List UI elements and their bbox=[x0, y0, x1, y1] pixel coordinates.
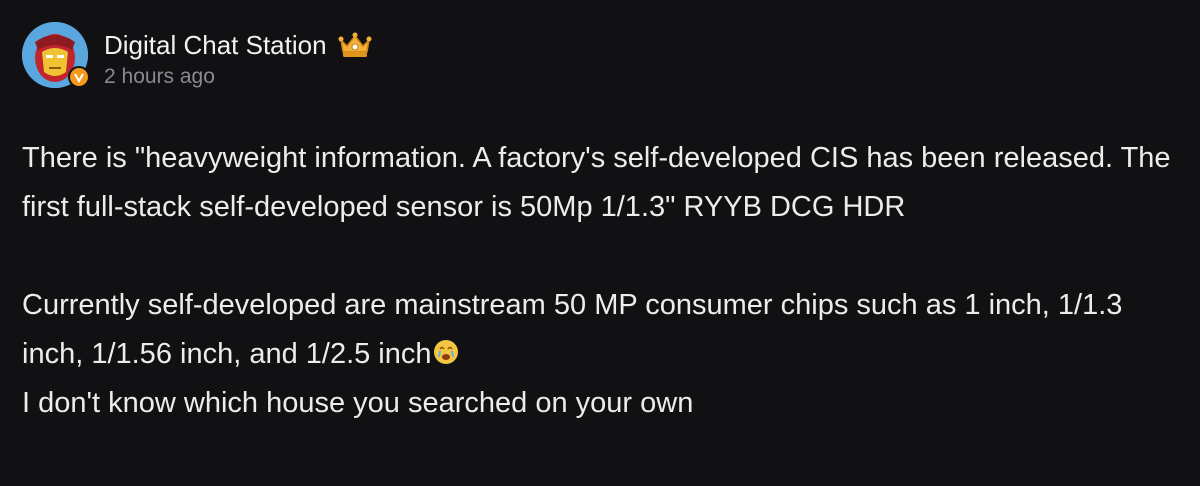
post-header: Digital Chat Station 2 hours ago bbox=[22, 22, 373, 94]
avatar[interactable] bbox=[22, 22, 90, 90]
post-paragraph: I don't know which house you searched on… bbox=[22, 387, 694, 419]
crown-icon[interactable] bbox=[337, 30, 373, 60]
name-row: Digital Chat Station bbox=[104, 28, 373, 62]
author-meta: Digital Chat Station 2 hours ago bbox=[104, 22, 373, 90]
weibo-post: Digital Chat Station 2 hours ago There i… bbox=[0, 0, 1200, 486]
post-paragraph: Currently self-developed are mainstream … bbox=[22, 281, 1182, 379]
post-body: There is "heavyweight information. A fac… bbox=[22, 134, 1182, 428]
post-paragraph-text: Currently self-developed are mainstream … bbox=[22, 289, 1131, 370]
verified-v-icon bbox=[68, 66, 90, 88]
post-paragraph: There is "heavyweight information. A fac… bbox=[22, 142, 1179, 223]
post-timestamp[interactable]: 2 hours ago bbox=[104, 64, 373, 90]
crying-face-emoji-icon bbox=[433, 332, 459, 364]
username[interactable]: Digital Chat Station bbox=[104, 28, 327, 62]
